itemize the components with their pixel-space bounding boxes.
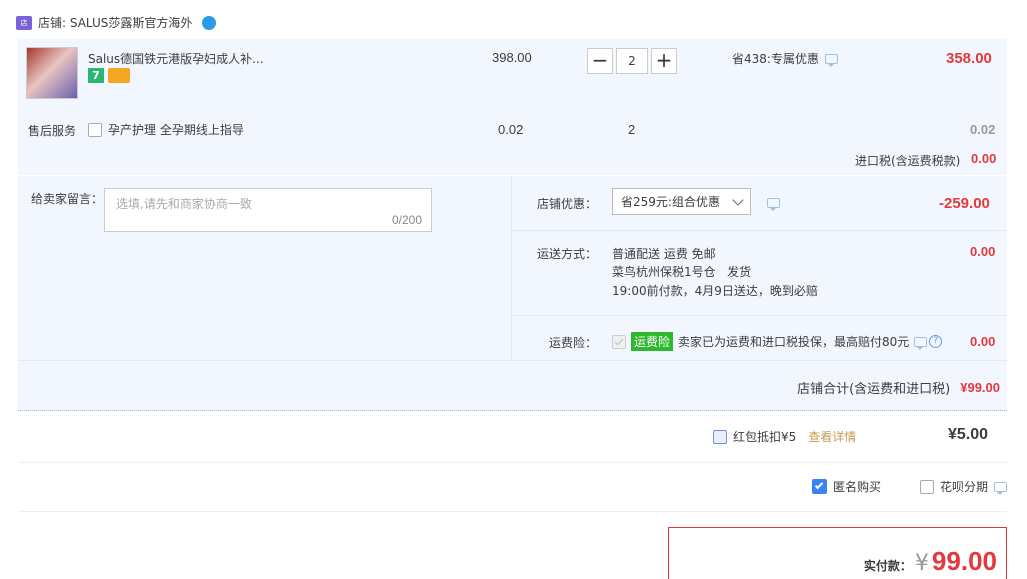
shipping-line1: 普通配送 运费 免邮 xyxy=(612,247,716,261)
card-icon xyxy=(108,68,130,83)
promo-text: 省438:专属优惠 xyxy=(732,52,819,66)
red-packet-value: ¥5.00 xyxy=(948,426,989,443)
shop-discount-selected: 省259元:组合优惠 xyxy=(621,195,720,209)
message-counter: 0/200 xyxy=(391,213,422,227)
shipping-line2: 菜鸟杭州保税1号仓 发货 xyxy=(612,265,752,279)
shipping-line3: 19:00前付款，4月9日送达，晚到必赔 xyxy=(612,284,818,298)
insurance-text: 卖家已为运费和进口税投保，最高赔付80元 xyxy=(678,335,910,349)
service-quantity: 2 xyxy=(628,122,636,137)
separator xyxy=(18,511,1007,512)
import-tax-label: 进口税(含运费税款) xyxy=(855,154,961,168)
chevron-down-icon xyxy=(732,193,744,206)
anonymous-checkbox[interactable] xyxy=(812,479,827,494)
separator xyxy=(512,315,1007,316)
quantity-input[interactable]: 2 xyxy=(616,48,648,74)
payment-label: 实付款： xyxy=(863,559,912,573)
message-textarea[interactable]: 选填,请先和商家协商一致 0/200 xyxy=(104,188,432,232)
huabei-option[interactable]: 花呗分期 xyxy=(920,478,1008,495)
huabei-checkbox[interactable] xyxy=(920,479,934,494)
payment-box: 实付款： ¥ 99.00 xyxy=(668,527,1007,579)
insurance-row: 运费险 卖家已为运费和进口税投保，最高赔付80元 ? xyxy=(612,332,943,351)
wangwang-icon[interactable] xyxy=(202,15,217,30)
service-price: 0.02 xyxy=(498,122,524,137)
insurance-badge: 运费险 xyxy=(631,332,674,351)
shipping-label: 运送方式： xyxy=(537,247,598,261)
payment-currency: ¥ xyxy=(914,551,929,576)
shop-discount-select[interactable]: 省259元:组合优惠 xyxy=(612,188,751,215)
message-label: 给卖家留言： xyxy=(31,192,104,206)
payment-row: 实付款： ¥ 99.00 xyxy=(864,546,997,577)
increase-button[interactable]: + xyxy=(651,48,677,74)
product-title[interactable]: Salus德国铁元港版孕妇成人补... xyxy=(88,50,264,67)
red-packet-row: 红包抵扣¥5 查看详情 xyxy=(713,428,856,445)
insurance-checkbox xyxy=(612,334,626,349)
insurance-label: 运费险： xyxy=(549,336,598,350)
huabei-label: 花呗分期 xyxy=(940,480,989,494)
product-subtotal: 358.00 xyxy=(946,50,992,67)
shop-total-row: 店铺合计(含运费和进口税) ¥99.00 xyxy=(797,378,1000,397)
product-promo: 省438:专属优惠 xyxy=(732,50,838,67)
decrease-button[interactable]: − xyxy=(587,48,613,74)
insurance-value: 0.00 xyxy=(970,334,996,349)
chat-icon[interactable] xyxy=(914,336,928,350)
quantity-stepper[interactable]: − 2 + xyxy=(587,48,677,74)
shop-discount-label: 店铺优惠： xyxy=(537,197,598,211)
panel-divider xyxy=(511,176,512,360)
service-subtotal: 0.02 xyxy=(970,122,996,137)
separator xyxy=(18,462,1007,463)
shop-total-label: 店铺合计(含运费和进口税) xyxy=(797,382,951,397)
shop-name[interactable]: 店铺: SALUS莎露斯官方海外 xyxy=(38,14,192,31)
check-icon xyxy=(614,336,624,345)
chat-icon[interactable] xyxy=(824,53,838,67)
red-packet-details-link[interactable]: 查看详情 xyxy=(808,428,856,445)
shop-header: 店 店铺: SALUS莎露斯官方海外 xyxy=(16,14,217,31)
red-packet-label: 红包抵扣¥5 xyxy=(733,430,797,444)
chat-icon[interactable] xyxy=(994,481,1008,495)
seven-day-return-icon: 7 xyxy=(88,68,104,83)
check-icon xyxy=(814,480,824,490)
product-price: 398.00 xyxy=(492,50,532,65)
shop-icon: 店 xyxy=(16,15,32,30)
service-checkbox[interactable] xyxy=(88,122,102,137)
service-option-label: 孕产护理 全孕期线上指导 xyxy=(108,123,244,137)
import-tax-value: 0.00 xyxy=(971,151,997,166)
shipping-value: 0.00 xyxy=(970,244,996,259)
service-label: 售后服务 xyxy=(28,124,77,138)
anonymous-label: 匿名购买 xyxy=(833,480,882,494)
shop-discount-value: -259.00 xyxy=(939,195,990,212)
message-placeholder: 选填,请先和商家协商一致 xyxy=(116,197,252,211)
red-packet-checkbox[interactable] xyxy=(713,429,727,444)
shop-total-value: ¥99.00 xyxy=(960,380,1000,395)
help-icon[interactable]: ? xyxy=(929,335,943,348)
payment-value: 99.00 xyxy=(931,546,997,576)
anonymous-option[interactable]: 匿名购买 xyxy=(812,478,881,495)
chat-icon[interactable] xyxy=(767,198,780,211)
separator xyxy=(18,360,1007,361)
service-option[interactable]: 孕产护理 全孕期线上指导 xyxy=(88,121,244,138)
separator xyxy=(512,230,1007,231)
product-image[interactable] xyxy=(26,47,78,99)
